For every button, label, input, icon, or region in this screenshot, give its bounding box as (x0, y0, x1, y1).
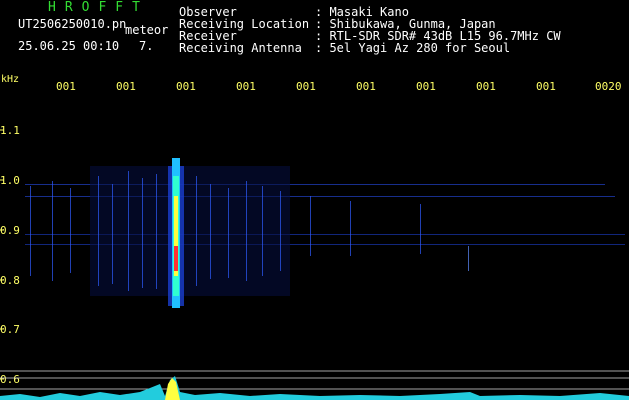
app-title: HROFFT (48, 0, 149, 15)
datetime-label: 25.06.25 00:10 (18, 39, 120, 53)
meteor-echo (168, 158, 184, 308)
antenna-value: : 5el Yagi Az 280 for Seoul (315, 41, 511, 55)
x-tick-label: 001 (356, 80, 376, 93)
x-tick-label: 001 (176, 80, 196, 93)
x-tick-label: 001 (296, 80, 316, 93)
x-tick-label: 001 (116, 80, 136, 93)
meteor-label: meteor (125, 23, 169, 37)
x-tick-label: 001 (236, 80, 256, 93)
noise-band (25, 166, 625, 296)
filename-label: UT2506250010.pn (18, 17, 127, 31)
antenna-label: Receiving Antenna (179, 41, 302, 55)
amplitude-trace (0, 376, 629, 400)
x-tick-label: 001 (416, 80, 436, 93)
x-tick-label: 001 (476, 80, 496, 93)
x-tick-label: 001 (56, 80, 76, 93)
x-tick-label: 0020 (595, 80, 622, 93)
spectrogram-plot (0, 129, 629, 400)
x-tick-label: 001 (536, 80, 556, 93)
y-axis-unit: kHz (1, 74, 20, 85)
meteor-count: 7. (139, 39, 154, 53)
